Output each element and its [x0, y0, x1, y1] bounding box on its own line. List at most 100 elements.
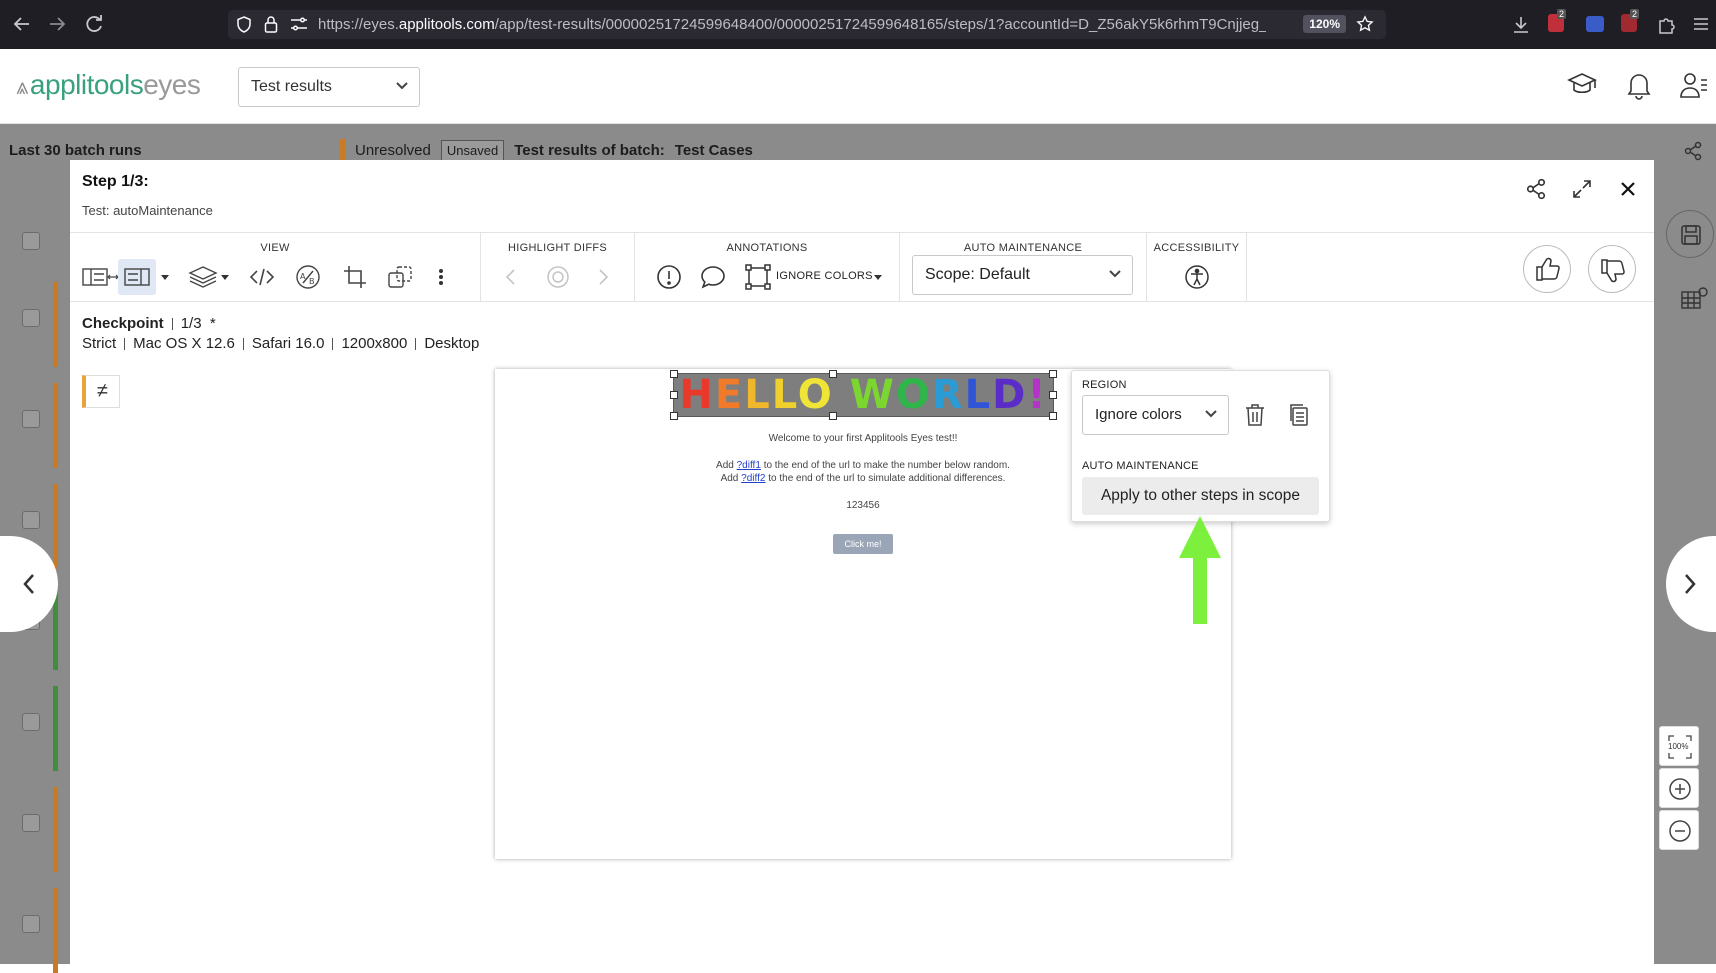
accessibility-icon[interactable]	[1183, 263, 1211, 291]
save-circle-button[interactable]	[1666, 210, 1714, 258]
resize-handle[interactable]	[829, 412, 837, 420]
row-checkbox[interactable]	[22, 410, 40, 428]
compare-regions-icon[interactable]	[386, 263, 414, 291]
chevron-right-icon	[1683, 573, 1697, 595]
learning-cap-icon[interactable]	[1567, 71, 1597, 99]
hello-letter: L	[744, 372, 772, 418]
region-type-select[interactable]: Ignore colors	[1082, 395, 1229, 435]
table-settings-icon[interactable]	[1680, 286, 1708, 312]
accessibility-group: ACCESSIBILITY	[1147, 233, 1247, 301]
share-icon[interactable]	[1683, 141, 1703, 161]
unsaved-tag: Unsaved	[440, 139, 505, 161]
forward-icon[interactable]	[45, 12, 69, 36]
resize-handle[interactable]	[670, 412, 678, 420]
checkpoint-star: *	[209, 315, 216, 332]
single-view-icon	[124, 263, 150, 291]
hello-world-banner[interactable]: HELLO WORLD!	[673, 372, 1054, 418]
previous-diff-icon[interactable]	[502, 263, 520, 291]
crop-icon[interactable]	[341, 263, 369, 291]
highlight-target-icon[interactable]	[544, 263, 572, 291]
chevron-down-icon	[395, 81, 409, 91]
delete-trash-icon[interactable]	[1244, 403, 1266, 427]
code-view-icon[interactable]	[248, 263, 276, 291]
thumbs-down-button[interactable]	[1588, 245, 1636, 293]
instruction-prefix: Add	[716, 460, 734, 471]
diff1-link[interactable]: ?diff1	[737, 460, 761, 471]
device-type: Desktop	[424, 335, 480, 352]
group-label: ACCESSIBILITY	[1153, 242, 1240, 254]
issue-exclamation-icon[interactable]	[655, 263, 683, 291]
row-checkbox[interactable]	[22, 232, 40, 250]
url-text[interactable]: https://eyes.applitools.com/app/test-res…	[318, 16, 1266, 33]
group-label: VIEW	[260, 242, 290, 254]
more-options-icon[interactable]	[434, 263, 448, 291]
layers-icon[interactable]	[188, 263, 218, 291]
match-level: Strict	[82, 335, 117, 352]
zoom-out-icon	[1668, 819, 1692, 843]
downloads-icon[interactable]	[1511, 15, 1531, 35]
reload-icon[interactable]	[82, 12, 106, 36]
zoom-in-button[interactable]	[1659, 768, 1699, 808]
annotation-arrow-icon	[1179, 516, 1221, 624]
notifications-bell-icon[interactable]	[1626, 70, 1652, 100]
view-group: VIEW A B	[70, 233, 481, 301]
resize-handle[interactable]	[1049, 412, 1057, 420]
row-status-bar	[53, 484, 58, 569]
menu-icon[interactable]	[1692, 15, 1710, 33]
browser-name: Safari 16.0	[251, 335, 325, 352]
applitools-logo[interactable]: ⩓applitoolseyes	[16, 69, 201, 101]
site-permissions-icon[interactable]	[290, 17, 308, 31]
expand-icon[interactable]	[1571, 178, 1593, 200]
group-label: ANNOTATIONS	[726, 242, 808, 254]
row-checkbox[interactable]	[22, 915, 40, 933]
ignore-colors-label[interactable]: IGNORE COLORS	[776, 270, 873, 282]
row-status-bar	[53, 686, 58, 771]
page-select[interactable]: Test results	[238, 67, 420, 107]
lock-icon[interactable]	[264, 15, 278, 33]
extensions-puzzle-icon[interactable]	[1657, 15, 1677, 35]
checkpoint-count: 1/3	[180, 315, 202, 332]
ab-compare-icon[interactable]: AB	[294, 263, 322, 291]
row-checkbox[interactable]	[22, 511, 40, 529]
zoom-out-button[interactable]	[1659, 810, 1699, 850]
region-type-caret-icon[interactable]	[871, 263, 885, 291]
user-profile-icon[interactable]	[1680, 71, 1708, 99]
group-label: HIGHLIGHT DIFFS	[507, 242, 608, 254]
comment-icon[interactable]	[699, 263, 727, 291]
row-status-bar	[53, 888, 58, 973]
diff2-link[interactable]: ?diff2	[741, 473, 765, 484]
address-bar[interactable]: https://eyes.applitools.com/app/test-res…	[228, 10, 1386, 39]
scope-select[interactable]: Scope: Default	[912, 255, 1133, 295]
copy-region-icon[interactable]	[1288, 403, 1310, 427]
row-status-bar	[53, 383, 58, 468]
layers-caret-icon[interactable]	[218, 263, 232, 291]
svg-text:B: B	[309, 277, 315, 286]
next-diff-icon[interactable]	[594, 263, 612, 291]
apply-to-other-steps-button[interactable]: Apply to other steps in scope	[1082, 477, 1319, 515]
single-view-button-active[interactable]	[118, 259, 156, 295]
thumbs-up-button[interactable]	[1523, 245, 1571, 293]
region-select-icon[interactable]	[744, 263, 772, 291]
resize-handle[interactable]	[829, 370, 837, 378]
view-dropdown-caret-icon[interactable]	[158, 263, 172, 291]
click-me-button[interactable]: Click me!	[833, 534, 893, 554]
test-name: Test: autoMaintenance	[82, 203, 213, 218]
diff-indicator[interactable]: ≠	[82, 375, 120, 408]
extension-video-icon[interactable]	[1586, 16, 1604, 32]
resize-handle[interactable]	[670, 370, 678, 378]
row-checkbox[interactable]	[22, 713, 40, 731]
resize-handle[interactable]	[670, 391, 678, 399]
back-icon[interactable]	[10, 12, 34, 36]
instruction-prefix: Add	[720, 473, 739, 484]
hello-letter: H	[679, 372, 715, 418]
close-icon[interactable]	[1618, 179, 1638, 199]
fit-zoom-button[interactable]: 100%	[1659, 726, 1699, 766]
share-icon[interactable]	[1525, 178, 1547, 200]
bookmark-star-icon[interactable]	[1356, 15, 1374, 33]
resize-handle[interactable]	[1049, 370, 1057, 378]
row-checkbox[interactable]	[22, 814, 40, 832]
resize-handle[interactable]	[1049, 391, 1057, 399]
row-checkbox[interactable]	[22, 309, 40, 327]
side-by-side-view-icon[interactable]	[82, 263, 108, 291]
zoom-level-badge[interactable]: 120%	[1303, 15, 1346, 33]
